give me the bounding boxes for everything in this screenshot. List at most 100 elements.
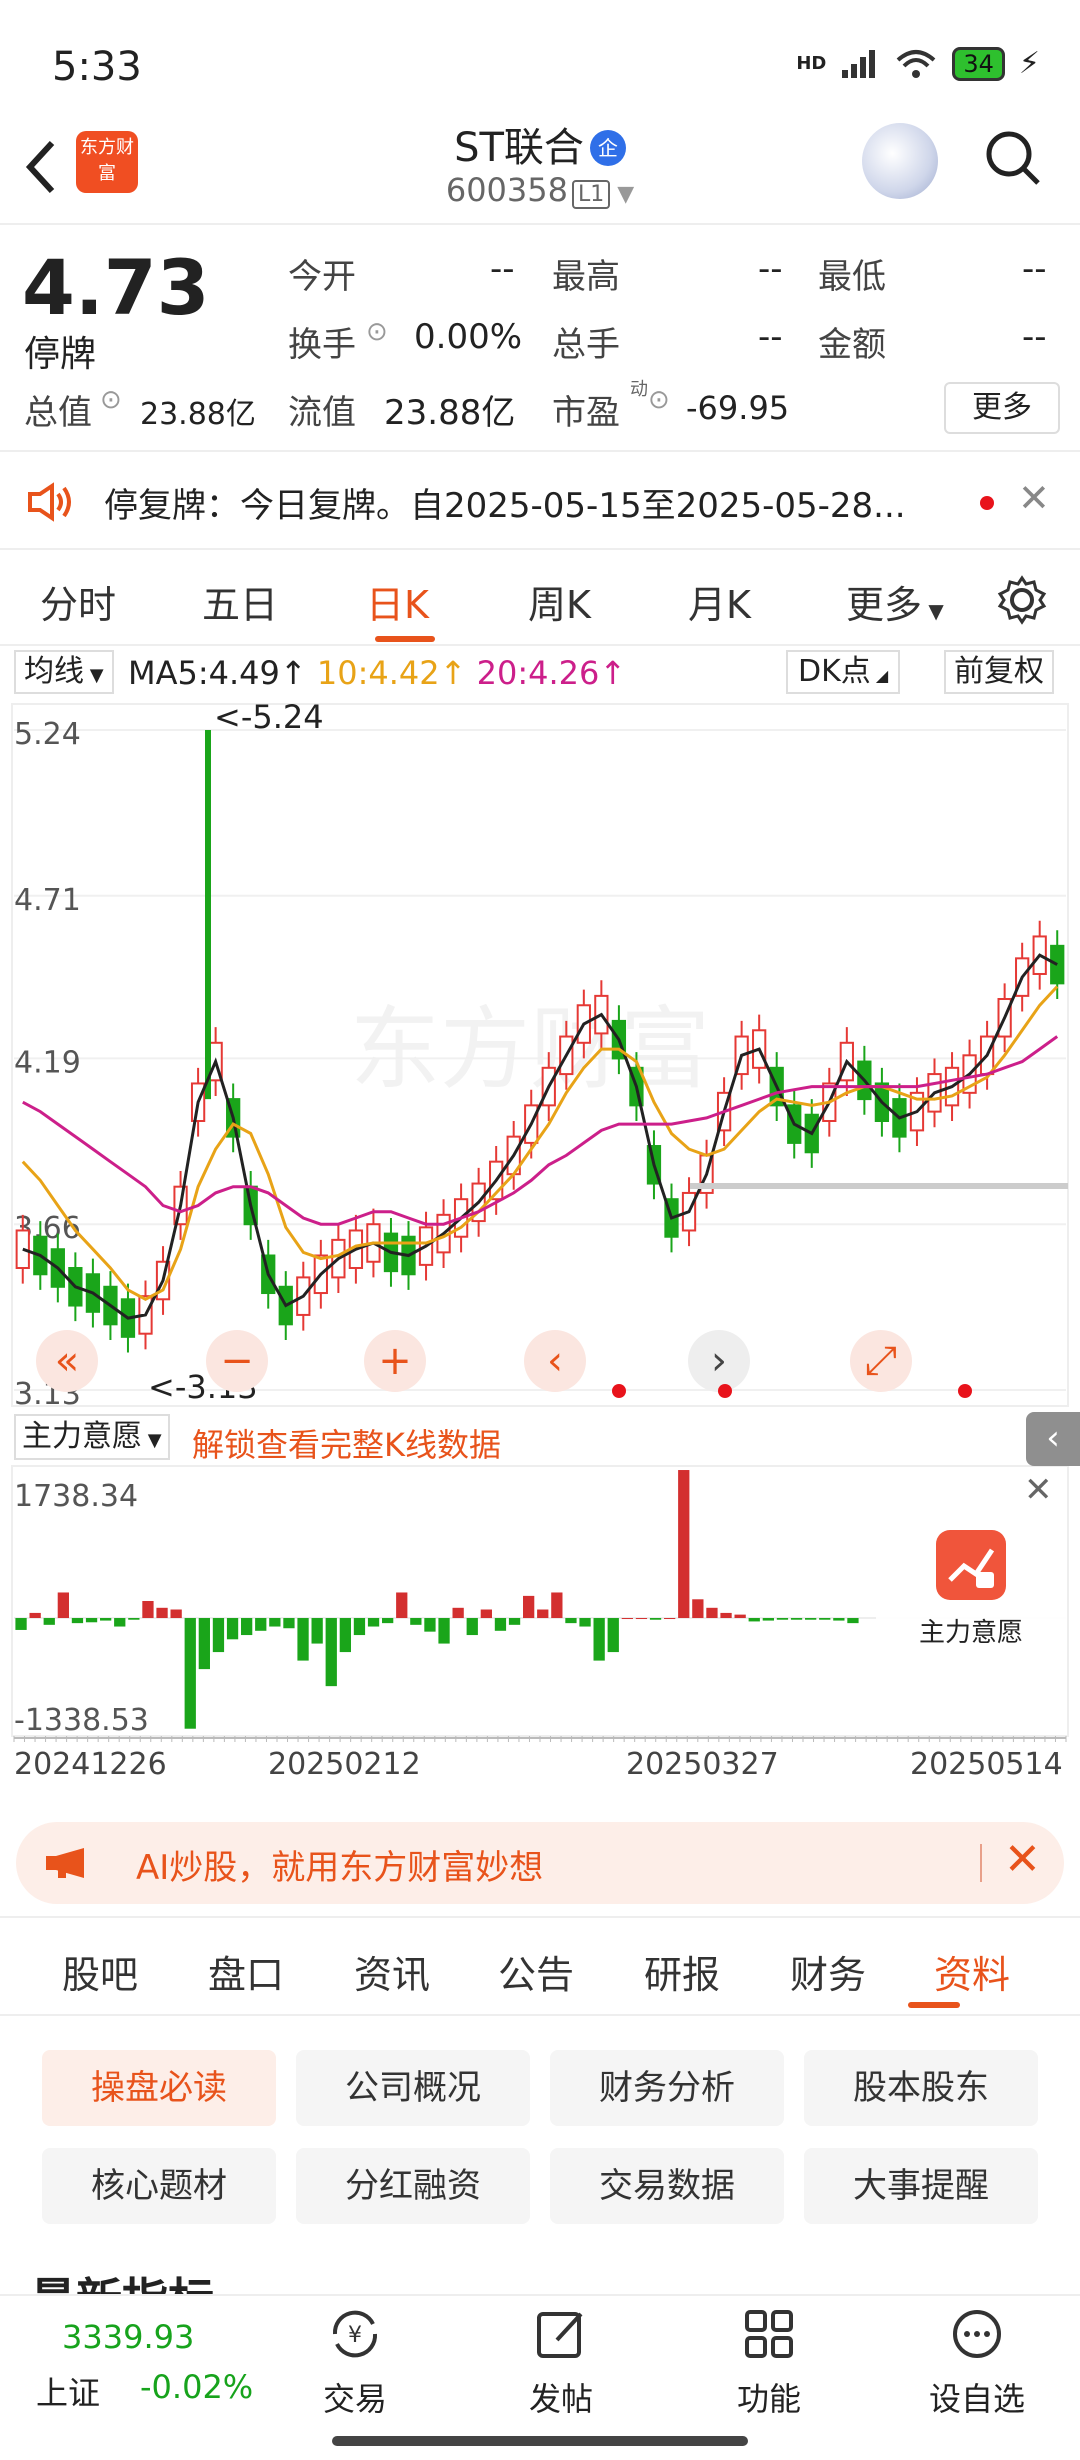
status-icons: HD 34 ⚡: [796, 46, 1040, 81]
collapse-panel-button[interactable]: ‹: [1026, 1412, 1080, 1466]
indicator-bar: [579, 1618, 591, 1627]
chip-financial-analysis[interactable]: 财务分析: [550, 2050, 784, 2126]
nav-post-label: 发帖: [528, 2380, 593, 2418]
indicator-bar: [142, 1600, 154, 1619]
indicator-bar: [255, 1618, 267, 1631]
ma-selector[interactable]: 均线 ▼: [14, 650, 114, 694]
nav-post[interactable]: 发帖: [496, 2304, 626, 2420]
index-change: -0.02%: [140, 2368, 254, 2406]
scroll-left-button[interactable]: «: [36, 1330, 98, 1392]
chip-company-overview[interactable]: 公司概况: [296, 2050, 530, 2126]
indicator-bar: [339, 1618, 351, 1653]
dropdown-icon: ▼: [610, 182, 635, 207]
chip-major-events[interactable]: 大事提醒: [804, 2148, 1038, 2224]
chip-dividends[interactable]: 分红融资: [296, 2148, 530, 2224]
zoom-in-button[interactable]: +: [364, 1330, 426, 1392]
indicator-bar: [734, 1614, 746, 1619]
nav-add-watchlist[interactable]: 设自选: [912, 2304, 1042, 2420]
info-icon[interactable]: ⊙: [366, 317, 388, 347]
indicator-bar: [720, 1612, 732, 1619]
pe-label: 市盈: [552, 393, 620, 433]
chip-trading-guide[interactable]: 操盘必读: [42, 2050, 276, 2126]
zly-feature-card[interactable]: 主力意愿: [876, 1530, 1066, 1700]
suspension-notice[interactable]: 停复牌：今日复牌。自2025-05-15至2025-05-28... ✕: [0, 450, 1080, 550]
home-indicator: [332, 2436, 748, 2446]
settings-icon[interactable]: [996, 574, 1048, 626]
indicator-bar: [692, 1599, 704, 1619]
indicator-bar: [410, 1618, 422, 1625]
tab-news[interactable]: 资讯: [354, 1944, 430, 1999]
indicator-bar: [353, 1618, 366, 1636]
tab-intraday[interactable]: 分时: [40, 574, 116, 629]
level-badge: L1: [571, 180, 611, 209]
charging-icon: ⚡: [1018, 46, 1040, 81]
info-icon[interactable]: ⊙: [648, 385, 670, 415]
ma20-value: 20:4.26↑: [476, 654, 627, 692]
tab-five-day[interactable]: 五日: [202, 574, 278, 629]
tab-finance[interactable]: 财务: [790, 1944, 866, 1999]
indicator-bar: [537, 1609, 549, 1619]
tab-profile[interactable]: 资料: [934, 1944, 1010, 1999]
tab-daily-k[interactable]: 日K: [366, 574, 429, 629]
indicator-bar: [551, 1592, 563, 1619]
assistant-avatar[interactable]: [862, 123, 938, 199]
total-cap-label: 总值: [24, 393, 92, 433]
indicator-bar: [382, 1618, 394, 1624]
ai-banner[interactable]: AI炒股，就用东方财富妙想 ✕: [16, 1822, 1064, 1904]
indicator-bar: [706, 1607, 718, 1619]
tab-pankou[interactable]: 盘口: [208, 1944, 284, 1999]
more-button[interactable]: 更多: [944, 382, 1060, 434]
tab-more-label: 更多: [846, 583, 923, 627]
quote-panel: 4.73 停牌 今开 -- 最高 -- 最低 -- 换手 ⊙ 0.00% 总手 …: [0, 225, 1080, 450]
indicator-bar: [297, 1618, 309, 1661]
indicator-bar: [762, 1618, 774, 1621]
prev-button[interactable]: ‹: [524, 1330, 586, 1392]
function-tabs: 股吧 盘口 资讯 公告 研报 财务 资料: [0, 1916, 1080, 2016]
indicator-bar: [678, 1470, 690, 1619]
indicator-bar: [508, 1618, 521, 1625]
turnover-value: 0.00%: [414, 317, 523, 357]
ma-selector-label: 均线: [24, 654, 84, 689]
ai-banner-text: AI炒股，就用东方财富妙想: [136, 1848, 544, 1888]
next-button[interactable]: ›: [688, 1330, 750, 1392]
indicator-bar: [424, 1618, 436, 1632]
indicator-bar: [494, 1618, 507, 1631]
nav-trade[interactable]: ¥ 交易: [290, 2304, 420, 2420]
close-banner-button[interactable]: ✕: [1004, 1834, 1041, 1885]
unlock-link[interactable]: 解锁查看完整K线数据: [192, 1420, 501, 1466]
tab-more[interactable]: 更多 ▼: [846, 574, 944, 629]
info-icon[interactable]: ⊙: [100, 385, 122, 415]
nav-functions[interactable]: 功能: [704, 2304, 834, 2420]
high-label: 最高: [552, 257, 620, 297]
volume-label: 总手: [552, 325, 620, 365]
open-label: 今开: [288, 257, 356, 297]
tab-guba[interactable]: 股吧: [62, 1944, 138, 1999]
indicator-selector[interactable]: 主力意愿 ▼: [14, 1414, 170, 1460]
tab-weekly-k[interactable]: 周K: [528, 574, 591, 629]
pe-dynamic-mark: 动: [630, 379, 648, 400]
indicator-bar: [311, 1618, 323, 1644]
chip-core-themes[interactable]: 核心题材: [42, 2148, 276, 2224]
x-tick-label: 20250327: [626, 1747, 779, 1782]
indicator-bar: [819, 1618, 831, 1620]
dk-point-toggle[interactable]: DK点 ◢: [786, 650, 901, 694]
close-zly-button[interactable]: ✕: [1024, 1470, 1053, 1510]
indicator-bar: [170, 1609, 182, 1619]
zoom-out-button[interactable]: −: [206, 1330, 268, 1392]
search-button[interactable]: [984, 129, 1042, 187]
index-value: 3339.93: [62, 2318, 195, 2356]
tab-announcements[interactable]: 公告: [498, 1944, 574, 1999]
close-notice-button[interactable]: ✕: [1018, 476, 1050, 520]
low-label: 最低: [818, 257, 886, 297]
tab-research[interactable]: 研报: [644, 1944, 720, 1999]
fullscreen-button[interactable]: ⤢: [850, 1330, 912, 1392]
chip-trade-data[interactable]: 交易数据: [550, 2148, 784, 2224]
high-value: --: [758, 249, 783, 289]
chip-shareholders[interactable]: 股本股东: [804, 2050, 1038, 2126]
indicator-bar: [71, 1618, 84, 1624]
ind-max-label: 1738.34: [14, 1479, 138, 1514]
tab-monthly-k[interactable]: 月K: [688, 574, 751, 629]
adjust-selector[interactable]: 前复权: [944, 650, 1054, 694]
total-cap-value: 23.88亿: [140, 397, 256, 432]
trend-lock-icon: [936, 1530, 1006, 1600]
